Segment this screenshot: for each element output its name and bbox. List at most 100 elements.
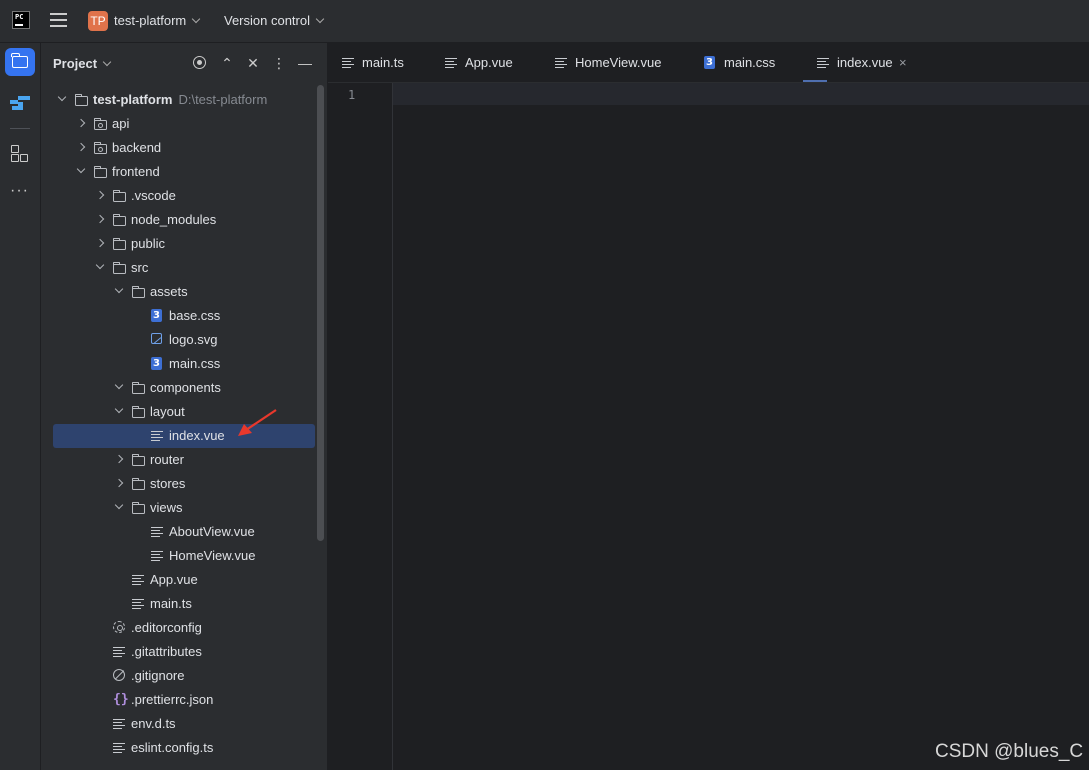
tree-item[interactable]: {} .prettierrc.json <box>41 688 317 712</box>
tree-item-label: index.vue <box>169 428 225 443</box>
chevron-down-icon[interactable] <box>114 500 124 510</box>
chevron-right-icon[interactable] <box>76 118 86 128</box>
editor-tab-label: main.ts <box>362 55 404 70</box>
hide-panel-icon[interactable]: — <box>296 54 314 72</box>
tree-item[interactable]: views <box>41 496 317 520</box>
tree-item[interactable]: logo.svg <box>41 328 317 352</box>
tree-item[interactable]: node_modules <box>41 208 317 232</box>
editor-tab-label: App.vue <box>465 55 513 70</box>
vcs-tool-icon[interactable] <box>10 95 32 111</box>
folder-icon <box>131 381 146 395</box>
folder-icon <box>131 477 146 491</box>
editor-tab-label: HomeView.vue <box>575 55 662 70</box>
chevron-right-icon[interactable] <box>95 214 105 224</box>
text-file-icon <box>132 573 146 587</box>
tree-item[interactable]: HomeView.vue <box>41 544 317 568</box>
tree-item-label: env.d.ts <box>131 716 176 731</box>
tree-item[interactable]: stores <box>41 472 317 496</box>
tool-window-strip: ··· <box>0 43 41 770</box>
main-menu-icon[interactable] <box>50 13 67 27</box>
tree-item-label: .editorconfig <box>131 620 202 635</box>
more-tools-icon[interactable]: ··· <box>10 182 29 200</box>
version-control-menu[interactable]: Version control <box>224 13 325 28</box>
collapse-all-icon[interactable]: ✕ <box>244 54 262 72</box>
project-switcher[interactable]: test-platform <box>114 13 201 28</box>
expand-all-icon[interactable]: ⌃ <box>218 54 236 72</box>
tree-item[interactable]: eslint.config.ts <box>41 736 317 760</box>
watermark: CSDN @blues_C <box>935 741 1084 762</box>
current-line-highlight[interactable] <box>393 83 1089 105</box>
tree-item[interactable]: .editorconfig <box>41 616 317 640</box>
chevron-down-icon[interactable] <box>114 284 124 294</box>
tree-item[interactable]: router <box>41 448 317 472</box>
text-file-icon <box>151 429 165 443</box>
tree-item[interactable]: AboutView.vue <box>41 520 317 544</box>
version-control-label: Version control <box>224 13 310 28</box>
tree-scrollbar[interactable] <box>317 85 324 541</box>
tree-item[interactable]: backend <box>41 136 317 160</box>
chevron-right-icon[interactable] <box>114 478 124 488</box>
tree-item-label: test-platform D:\test-platform <box>93 92 268 107</box>
tree-item[interactable]: env.d.ts <box>41 712 317 736</box>
text-file-icon <box>342 56 356 70</box>
text-file-icon <box>817 56 831 70</box>
tool-strip-divider <box>10 128 30 129</box>
tree-item[interactable]: 3 main.css <box>41 352 317 376</box>
tree-item[interactable]: .vscode <box>41 184 317 208</box>
text-file-icon <box>151 549 165 563</box>
tree-item[interactable]: main.ts <box>41 592 317 616</box>
options-icon[interactable]: ⋮ <box>270 54 288 72</box>
module-folder-icon <box>93 141 108 155</box>
tree-item-label: main.ts <box>150 596 192 611</box>
tree-item[interactable]: 3 base.css <box>41 304 317 328</box>
pycharm-logo-icon[interactable]: PC <box>12 11 30 29</box>
tree-item[interactable]: frontend <box>41 160 317 184</box>
text-file-icon <box>113 741 127 755</box>
close-tab-icon[interactable]: × <box>899 43 907 82</box>
tree-item[interactable]: App.vue <box>41 568 317 592</box>
text-file-icon <box>151 525 165 539</box>
tree-item[interactable]: public <box>41 232 317 256</box>
chevron-down-icon[interactable] <box>76 164 86 174</box>
structure-tool-icon[interactable] <box>11 145 29 163</box>
chevron-down-icon[interactable] <box>95 260 105 270</box>
chevron-right-icon[interactable] <box>114 454 124 464</box>
annotation-arrow-icon <box>238 409 277 436</box>
project-tool-button[interactable] <box>5 48 35 76</box>
tree-item[interactable]: assets <box>41 280 317 304</box>
tree-item[interactable]: api <box>41 112 317 136</box>
tree-item[interactable]: test-platform D:\test-platform <box>41 88 317 112</box>
folder-icon <box>74 93 89 107</box>
locate-file-icon[interactable] <box>191 54 209 72</box>
tree-item[interactable]: .gitignore <box>41 664 317 688</box>
editor-gutter: 1 <box>328 83 393 770</box>
chevron-right-icon[interactable] <box>95 238 105 248</box>
chevron-down-icon[interactable] <box>114 380 124 390</box>
chevron-down-icon <box>192 14 201 24</box>
chevron-down-icon[interactable] <box>57 92 67 102</box>
tree-item-label: frontend <box>112 164 160 179</box>
chevron-down-icon[interactable] <box>114 404 124 414</box>
project-panel: Project ⌃ ✕ ⋮ — test-platform D:\test-pla… <box>41 43 328 770</box>
folder-icon <box>11 53 28 68</box>
line-number: 1 <box>348 88 356 102</box>
chevron-right-icon[interactable] <box>76 142 86 152</box>
settings-gear-icon <box>113 621 125 633</box>
folder-icon <box>131 501 146 515</box>
tree-item-label: AboutView.vue <box>169 524 255 539</box>
project-badge[interactable]: TP <box>88 11 108 31</box>
tree-item-label: App.vue <box>150 572 198 587</box>
tree-item-label: .gitignore <box>131 668 185 683</box>
panel-title[interactable]: Project <box>53 56 112 71</box>
chevron-right-icon[interactable] <box>95 190 105 200</box>
project-name: test-platform <box>114 13 187 28</box>
json-file-icon: {} <box>113 692 129 707</box>
tree-item[interactable]: src <box>41 256 317 280</box>
tree-item-label: src <box>131 260 149 275</box>
editor-area[interactable] <box>393 105 1089 770</box>
folder-icon <box>131 405 146 419</box>
tree-item-label: base.css <box>169 308 221 323</box>
tree-item[interactable]: .gitattributes <box>41 640 317 664</box>
tree-item-label: public <box>131 236 165 251</box>
tree-item[interactable]: components <box>41 376 317 400</box>
